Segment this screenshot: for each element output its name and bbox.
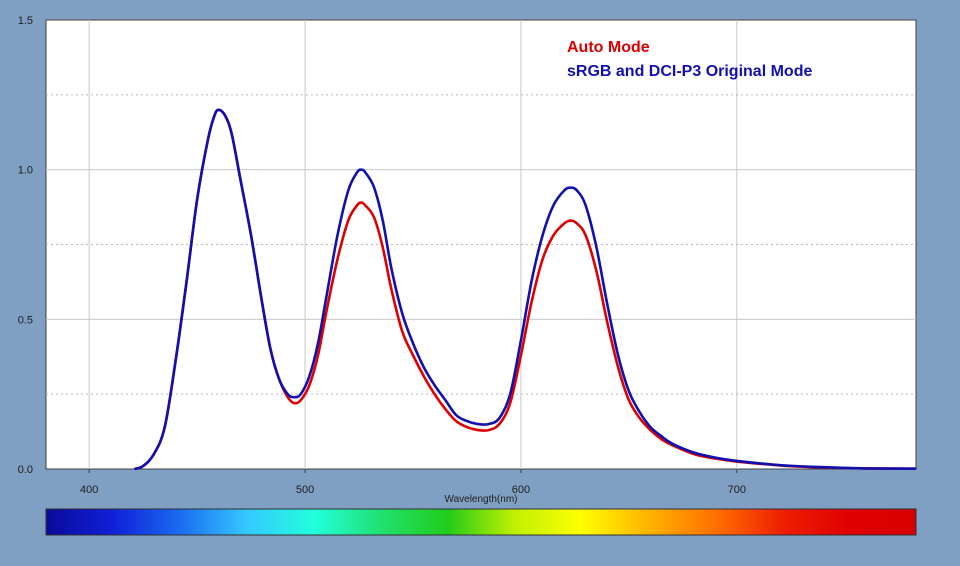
x-tick-label: 700	[728, 484, 746, 496]
y-tick-label: 0.5	[18, 314, 33, 326]
y-tick-label: 1.5	[18, 15, 33, 27]
y-tick-label: 1.0	[18, 165, 33, 177]
x-tick-label: 500	[296, 484, 314, 496]
x-tick-label: 400	[80, 484, 98, 496]
spectrum-chart: 400 500 600 700 0.0 0.5 1.0 1.5 Wavelength(nm) …	[0, 0, 960, 566]
legend-entry: Auto Mode	[567, 39, 650, 56]
x-axis-title: Wavelength(nm)	[445, 494, 518, 505]
y-tick-label: 0.0	[18, 464, 33, 476]
legend-entry: sRGB and DCI-P3 Original Mode	[567, 63, 812, 80]
chart-canvas: 400 500 600 7000.00.51.01.5 Wavelength(nm) …	[18, 15, 917, 536]
spectrum-color-bar	[45, 508, 917, 536]
